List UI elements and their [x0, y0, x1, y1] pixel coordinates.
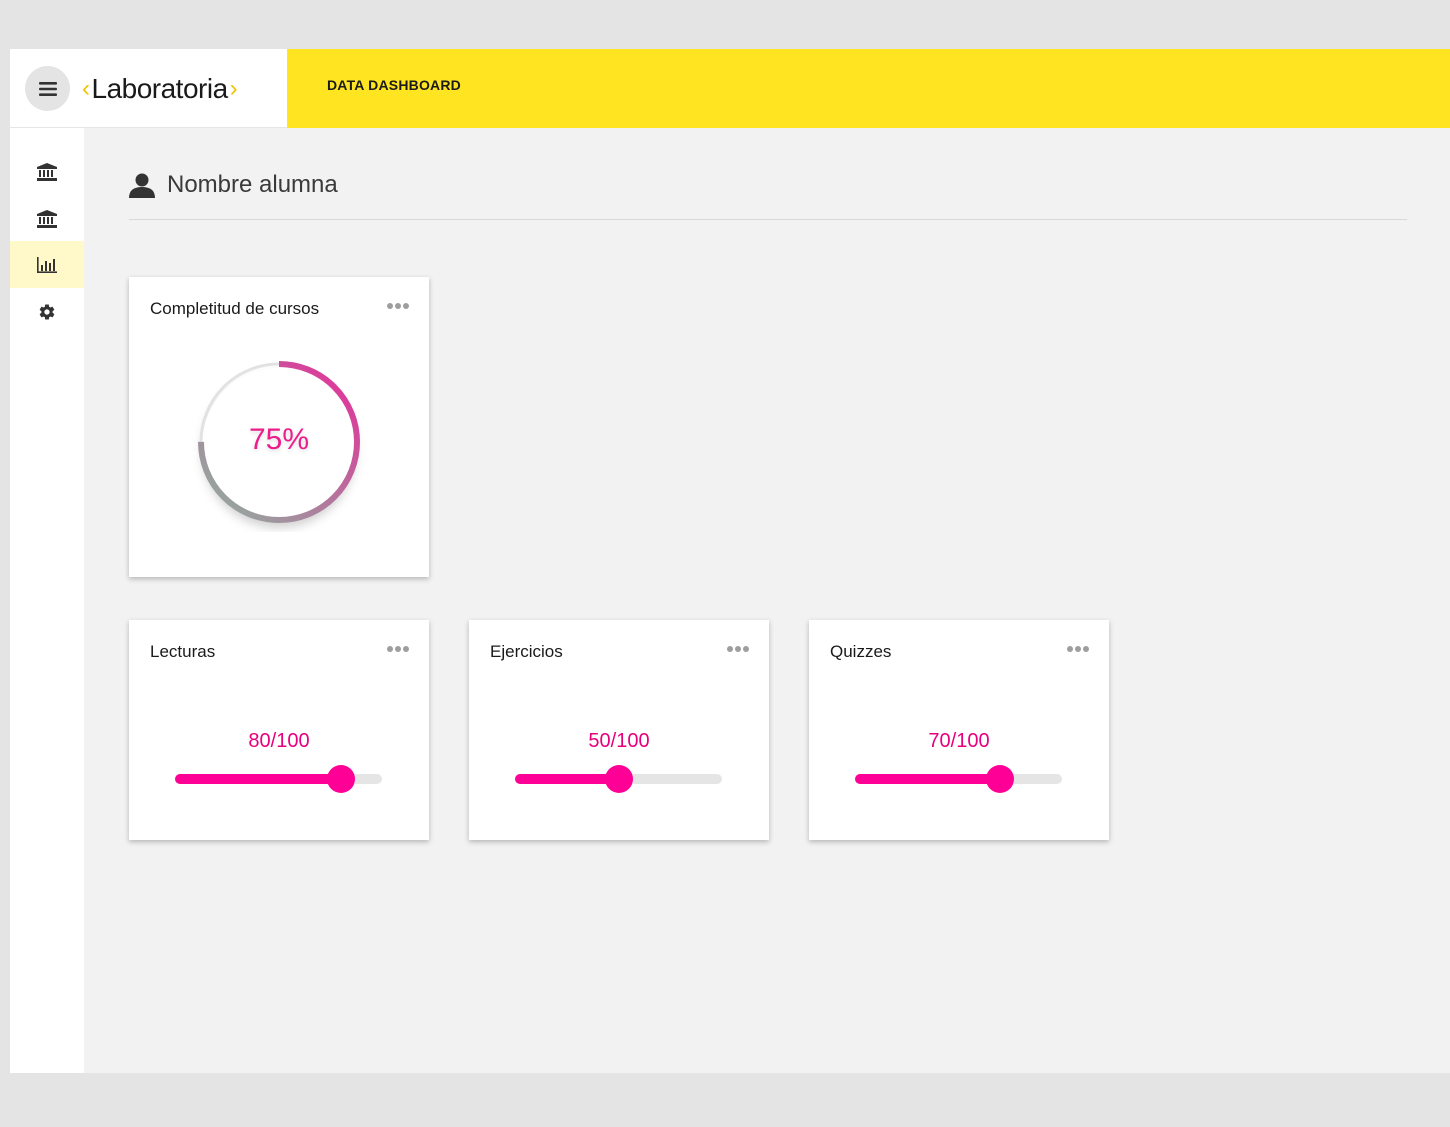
logo-chevron-right-icon: ›	[229, 75, 238, 102]
metric-card-ejercicios: Ejercicios 50/100	[469, 620, 769, 840]
metric-card-quizzes: Quizzes 70/100	[809, 620, 1109, 840]
slider-fill	[855, 774, 1000, 784]
more-options-icon[interactable]	[387, 646, 409, 652]
sidebar-item-institution-2[interactable]	[10, 195, 84, 242]
more-options-icon[interactable]	[387, 303, 409, 309]
score-label: 50/100	[588, 730, 650, 752]
card-title: Quizzes	[830, 642, 892, 661]
more-options-icon[interactable]	[1067, 646, 1089, 652]
slider-fill	[175, 774, 341, 784]
logo-chevron-left-icon: ‹	[82, 75, 90, 102]
logo-text: Laboratoria	[91, 73, 229, 104]
gear-icon	[39, 304, 55, 320]
card-title: Lecturas	[150, 642, 216, 661]
user-icon	[129, 173, 155, 198]
card-title: Ejercicios	[490, 642, 563, 661]
card-title: Completitud de cursos	[150, 299, 320, 318]
score-slider[interactable]	[855, 765, 1062, 793]
student-name: Nombre alumna	[167, 171, 338, 198]
bar-chart-icon	[37, 256, 57, 273]
score-label: 70/100	[928, 730, 990, 752]
page-header: Nombre alumna	[129, 171, 1407, 220]
bank-icon	[37, 209, 57, 228]
sidebar-item-stats[interactable]	[10, 241, 84, 288]
menu-button[interactable]	[25, 66, 70, 111]
more-options-icon[interactable]	[727, 646, 749, 652]
app-window: ‹ Laboratoria › DATA DASHBOARD Nombre al…	[10, 49, 1450, 1073]
slider-thumb[interactable]	[327, 765, 355, 793]
hamburger-icon	[38, 81, 57, 96]
slider-fill	[515, 774, 619, 784]
sidebar-item-institution-1[interactable]	[10, 148, 84, 195]
logo[interactable]: ‹ Laboratoria ›	[80, 71, 239, 107]
completion-card: Completitud de cursos 75%	[129, 277, 429, 577]
sidebar	[10, 128, 84, 1073]
sidebar-item-settings[interactable]	[10, 288, 84, 335]
completion-percent: 75%	[248, 423, 310, 456]
dashboard-title: DATA DASHBOARD	[327, 77, 461, 93]
slider-thumb[interactable]	[605, 765, 633, 793]
metric-card-lecturas: Lecturas 80/100	[129, 620, 429, 840]
brand-bar: ‹ Laboratoria ›	[10, 49, 287, 128]
page-title: Nombre alumna	[129, 171, 338, 199]
score-slider[interactable]	[175, 765, 382, 793]
score-label: 80/100	[248, 730, 310, 752]
score-slider[interactable]	[515, 765, 722, 793]
slider-thumb[interactable]	[986, 765, 1014, 793]
bank-icon	[37, 162, 57, 181]
top-bar: DATA DASHBOARD	[287, 49, 1450, 128]
